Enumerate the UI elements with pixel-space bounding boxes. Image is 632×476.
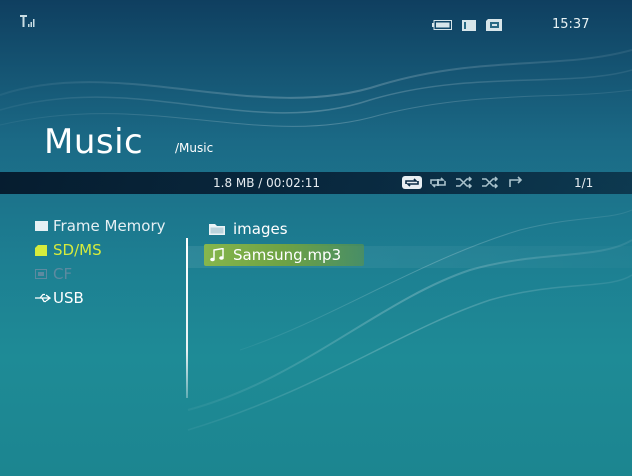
source-item-usb[interactable]: USB xyxy=(35,288,166,308)
status-icons xyxy=(432,19,502,31)
shuffle-repeat-icon[interactable] xyxy=(480,176,500,189)
screen: 15:37 Music /Music 1.8 MB / 00:02:11 1/1… xyxy=(0,0,632,476)
frame-memory-icon xyxy=(35,221,53,231)
cf-card-icon xyxy=(35,269,53,279)
source-item-cf[interactable]: CF xyxy=(35,264,166,284)
file-item-samsung-mp3[interactable]: Samsung.mp3 xyxy=(204,244,364,266)
source-label: USB xyxy=(53,289,84,307)
current-path: /Music xyxy=(175,141,214,155)
file-label: images xyxy=(233,220,288,238)
battery-icon xyxy=(432,20,452,30)
file-info: 1.8 MB / 00:02:11 xyxy=(213,176,321,190)
panel-divider xyxy=(186,238,188,398)
music-note-icon xyxy=(209,248,233,262)
memory-card-icon xyxy=(462,19,476,31)
repeat-all-icon[interactable] xyxy=(428,176,448,189)
repeat-one-icon[interactable] xyxy=(402,176,422,189)
source-item-sd-ms[interactable]: SD/MS xyxy=(35,240,166,260)
shuffle-icon[interactable] xyxy=(454,176,474,189)
file-list: images Samsung.mp3 xyxy=(204,218,364,270)
info-bar: 1.8 MB / 00:02:11 1/1 xyxy=(0,172,632,194)
return-icon[interactable] xyxy=(506,176,526,189)
clock: 15:37 xyxy=(552,17,590,32)
folder-icon xyxy=(209,223,233,235)
file-label: Samsung.mp3 xyxy=(233,246,342,264)
page-count: 1/1 xyxy=(574,176,594,190)
sd-card-icon xyxy=(35,244,53,256)
page-title: Music xyxy=(44,122,144,162)
source-item-frame-memory[interactable]: Frame Memory xyxy=(35,216,166,236)
signal-icon xyxy=(20,15,35,27)
source-label: Frame Memory xyxy=(53,217,166,235)
source-list: Frame Memory SD/MS CF USB xyxy=(35,216,166,312)
sd-card-status-icon xyxy=(486,19,502,31)
source-label: CF xyxy=(53,265,73,283)
usb-icon xyxy=(35,293,53,303)
file-item-images[interactable]: images xyxy=(209,218,364,240)
play-modes xyxy=(402,176,526,189)
source-label: SD/MS xyxy=(53,241,102,259)
